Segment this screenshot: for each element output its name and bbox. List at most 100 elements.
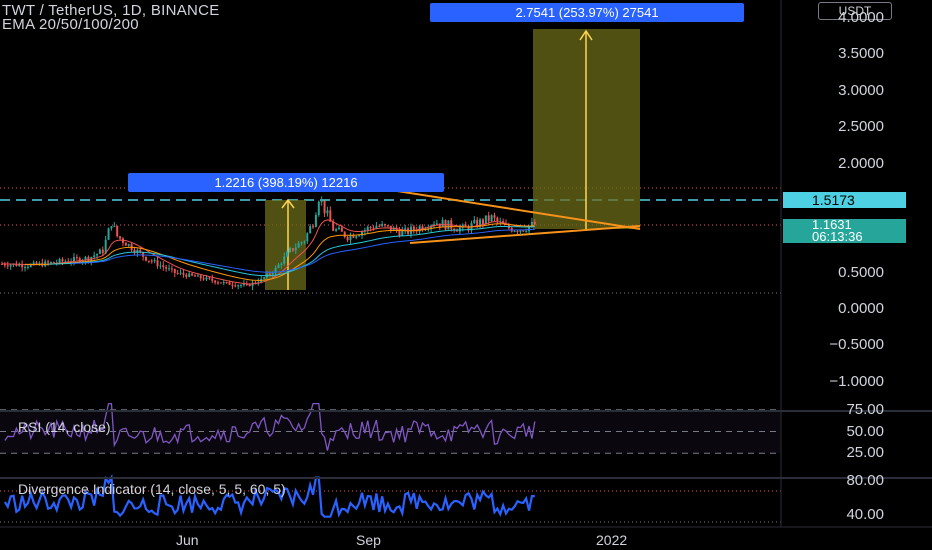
candle-body [182, 272, 185, 275]
candle-body [98, 249, 101, 254]
candle-body [173, 268, 176, 273]
candle-body [9, 264, 12, 267]
candle-body [202, 278, 205, 280]
candle-body [47, 261, 50, 263]
candle-body [326, 210, 329, 214]
candle-body [165, 267, 168, 269]
candle-body [78, 258, 81, 263]
candle-body [332, 221, 335, 231]
candle-body [456, 230, 459, 232]
price-tick-label: −1.0000 [829, 372, 884, 390]
candle-body [240, 285, 243, 287]
candle-body [153, 260, 156, 262]
candle-body [225, 282, 228, 284]
candle-body [44, 261, 47, 267]
candle-body [286, 252, 289, 257]
last-price-label: 1.1631 06:13:36 [783, 218, 906, 244]
candle-body [283, 256, 286, 264]
candle-body [87, 256, 90, 262]
candle-body [372, 227, 375, 229]
candle-body [26, 266, 29, 268]
candle-body [355, 236, 358, 238]
candle-body [300, 242, 303, 244]
candle-body [484, 215, 487, 224]
candle-body [179, 272, 182, 274]
candle-body [268, 273, 271, 275]
candle-body [237, 285, 240, 287]
price-tick-label: 4.0000 [838, 9, 884, 26]
candle-body [412, 226, 415, 231]
candle-body [381, 224, 384, 227]
price-tick-label: 0.5000 [838, 263, 884, 281]
candle-body [145, 256, 147, 261]
measure-tooltip-left: 1.2216 (398.19%) 12216 [128, 173, 444, 192]
candle-body [490, 215, 493, 222]
candle-body [263, 277, 266, 279]
candle-body [277, 264, 280, 268]
candle-body [271, 272, 274, 275]
candle-body [185, 274, 188, 277]
candle-body [124, 242, 127, 246]
price-tick-label: 3.0000 [838, 81, 884, 99]
candle-body [234, 285, 237, 287]
candle-body [75, 257, 78, 259]
candle-body [346, 237, 349, 241]
candle-body [533, 221, 536, 225]
candle-body [340, 227, 343, 232]
candle-body [306, 233, 309, 242]
candle-body [366, 226, 369, 231]
candle-body [303, 241, 306, 243]
time-label-2022: 2022 [596, 532, 628, 548]
time-label-jun: Jun [176, 532, 199, 548]
candle-body [228, 282, 231, 285]
candle-body [214, 280, 217, 283]
bar-countdown: 06:13:36 [812, 229, 863, 244]
triangle-lower-line [409, 225, 641, 244]
ema-legend[interactable]: EMA 20/50/100/200 [2, 16, 139, 33]
candle-body [320, 200, 323, 202]
candle-body [196, 275, 199, 277]
candle-body [116, 225, 119, 237]
time-label-sep: Sep [356, 532, 381, 548]
price-tick-label: 2.0000 [838, 154, 884, 172]
price-tick-label: −0.5000 [829, 336, 884, 354]
candle-body [323, 200, 326, 214]
candle-body [217, 282, 219, 284]
candle-body [487, 215, 490, 222]
candle-body [208, 277, 211, 279]
divergence-title[interactable]: Divergence Indicator (14, close, 5, 5, 6… [18, 481, 286, 497]
candle-body [317, 201, 320, 215]
rsi-tick-label: 50.00 [846, 422, 884, 440]
candle-body [335, 229, 338, 231]
candle-body [176, 272, 179, 274]
candle-body [58, 259, 61, 263]
candle-body [107, 228, 110, 240]
candle-body [231, 284, 234, 286]
candle-body [481, 219, 484, 224]
candle-body [522, 230, 525, 232]
candle-body [162, 265, 165, 268]
candle-body [358, 235, 361, 237]
candle-body [297, 243, 300, 248]
rsi-title[interactable]: RSI (14, close) [18, 419, 111, 435]
candle-body [398, 230, 401, 236]
measure-tooltip-right: 2.7541 (253.97%) 27541 [430, 3, 744, 22]
price-tick-label: 0.0000 [838, 300, 884, 317]
candle-body [441, 220, 444, 227]
candle-body [386, 225, 389, 227]
candle-body [199, 275, 202, 279]
candle-body [6, 265, 9, 267]
candle-body [211, 278, 214, 281]
candle-body [222, 282, 225, 284]
candle-body [242, 284, 245, 286]
candle-body [343, 231, 346, 238]
candle-body [24, 267, 27, 269]
chart-canvas[interactable] [0, 0, 932, 550]
candle-body [473, 219, 476, 224]
horizontal-line-price-label: 1.5173 [783, 192, 906, 208]
candle-body [513, 230, 516, 232]
candle-body [191, 273, 194, 276]
rsi-tick-label: 75.00 [846, 400, 884, 418]
candle-body [219, 282, 222, 284]
candle-body [378, 225, 381, 227]
